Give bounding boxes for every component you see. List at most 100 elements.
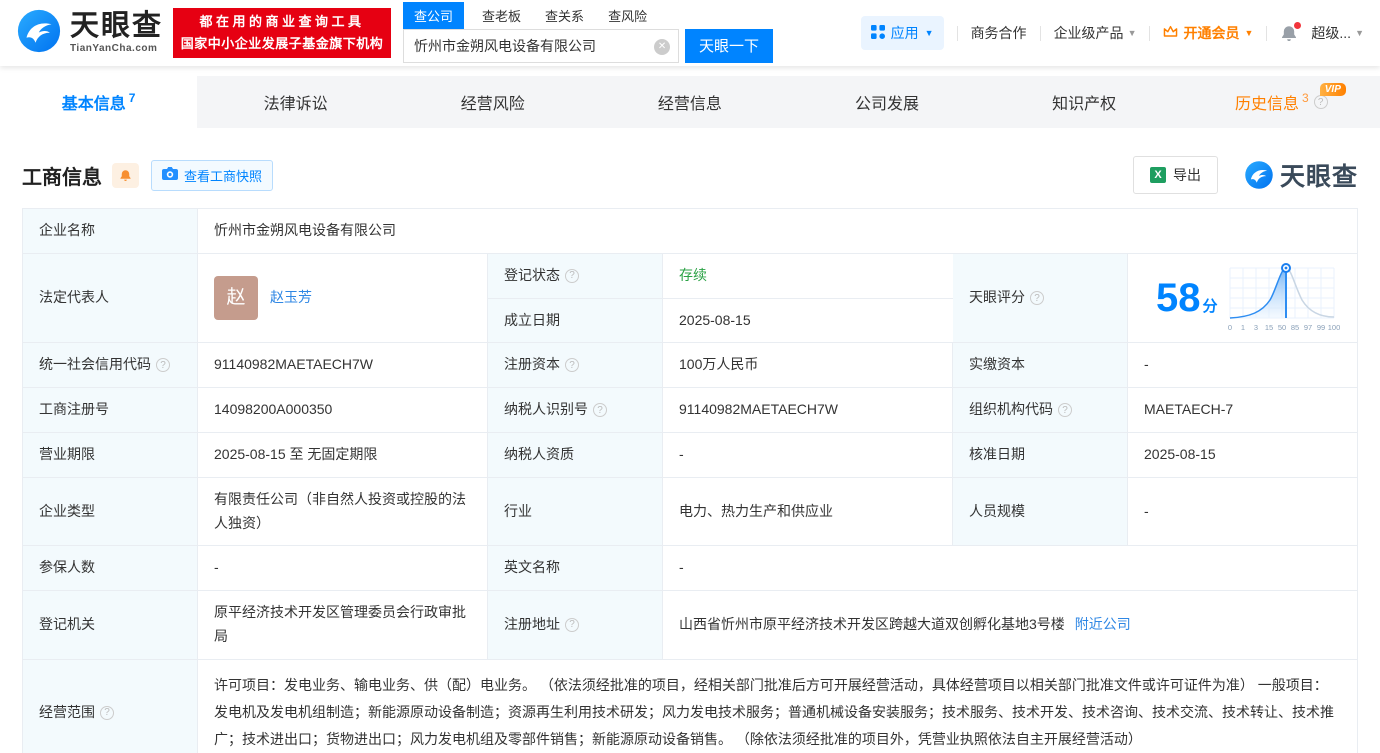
- chevron-down-icon: ▼: [1128, 28, 1137, 38]
- watermark-text: 天眼查: [1280, 157, 1358, 193]
- svg-text:1: 1: [1241, 323, 1245, 332]
- field-label: 核准日期: [953, 433, 1128, 477]
- notification-dot: [1294, 22, 1301, 29]
- tab-history-info[interactable]: VIP 历史信息 3 ?: [1183, 76, 1380, 128]
- username: 超级...: [1311, 23, 1351, 43]
- field-label: 法定代表人: [23, 254, 198, 343]
- legal-rep-avatar[interactable]: 赵: [214, 276, 258, 320]
- svg-text:0: 0: [1228, 323, 1232, 332]
- status-date-subtable: 登记状态 ? 存续 成立日期 2025-08-15: [488, 254, 953, 343]
- user-account-menu[interactable]: 超级... ▼: [1311, 23, 1364, 43]
- field-label: 纳税人资质: [488, 433, 663, 477]
- reg-number-value: 14098200A000350: [198, 388, 488, 432]
- search-box: ✕: [403, 29, 679, 63]
- nearby-companies-link[interactable]: 附近公司: [1075, 613, 1131, 637]
- business-scope-label: 经营范围: [39, 701, 95, 725]
- credit-code-value: 91140982MAETAECH7W: [198, 343, 488, 387]
- search-button[interactable]: 天眼一下: [685, 29, 773, 63]
- search-tab-risk[interactable]: 查风险: [608, 6, 647, 29]
- subrow-reg-status: 登记状态 ? 存续: [488, 254, 953, 299]
- help-icon[interactable]: ?: [593, 403, 607, 417]
- tab-count: 7: [129, 91, 136, 105]
- table-row-credit-code: 统一社会信用代码 ? 91140982MAETAECH7W 注册资本 ? 100…: [23, 343, 1357, 388]
- table-row-company-type: 企业类型 有限责任公司（非自然人投资或控股的法人独资） 行业 电力、热力生产和供…: [23, 478, 1357, 547]
- field-label: 企业类型: [23, 478, 198, 546]
- tab-label: 历史信息: [1235, 90, 1299, 114]
- enterprise-label: 企业级产品: [1054, 23, 1124, 43]
- field-label: 注册地址 ?: [488, 591, 663, 659]
- score-value: 58: [1156, 276, 1201, 320]
- clear-search-icon[interactable]: ✕: [654, 39, 670, 55]
- search-tab-boss[interactable]: 查老板: [482, 6, 521, 29]
- menu-enterprise-products[interactable]: 企业级产品 ▼: [1054, 23, 1137, 43]
- snapshot-label: 查看工商快照: [184, 166, 262, 185]
- table-row-insured-count: 参保人数 - 英文名称 -: [23, 546, 1357, 591]
- table-row-reg-authority: 登记机关 原平经济技术开发区管理委员会行政审批局 注册地址 ? 山西省忻州市原平…: [23, 591, 1357, 660]
- view-business-snapshot-button[interactable]: 查看工商快照: [151, 160, 273, 191]
- header-menu: 应用 ▼ 商务合作 企业级产品 ▼ 开通会员 ▼: [861, 16, 1364, 50]
- est-date-value: 2025-08-15: [663, 299, 953, 343]
- help-icon[interactable]: ?: [565, 269, 579, 283]
- tab-intellectual-property[interactable]: 知识产权: [986, 76, 1183, 128]
- tab-legal-litigation[interactable]: 法律诉讼: [197, 76, 394, 128]
- search-input[interactable]: [404, 30, 678, 62]
- field-label: 英文名称: [488, 546, 663, 590]
- reg-status-value: 存续: [663, 254, 953, 298]
- help-icon[interactable]: ?: [100, 706, 114, 720]
- taxpayer-id-label: 纳税人识别号: [504, 398, 588, 422]
- company-detail-tabs: 基本信息 7 法律诉讼 经营风险 经营信息 公司发展 知识产权 VIP 历史信息…: [0, 76, 1380, 128]
- help-icon[interactable]: ?: [1314, 95, 1328, 109]
- tianyancha-logo[interactable]: 天眼查 TianYanCha.com: [16, 8, 163, 59]
- tab-basic-info[interactable]: 基本信息 7: [0, 76, 197, 128]
- legal-rep-link[interactable]: 赵玉芳: [270, 286, 312, 310]
- field-label: 经营范围 ?: [23, 660, 198, 753]
- notifications-bell[interactable]: [1280, 25, 1298, 42]
- help-icon[interactable]: ?: [565, 358, 579, 372]
- help-icon[interactable]: ?: [1058, 403, 1072, 417]
- export-button[interactable]: X 导出: [1133, 156, 1218, 194]
- business-info-table: 企业名称 忻州市金朔风电设备有限公司 法定代表人 赵 赵玉芳 登记状态 ?: [22, 208, 1358, 753]
- tab-company-development[interactable]: 公司发展: [789, 76, 986, 128]
- svg-text:100: 100: [1328, 323, 1341, 332]
- insured-count-value: -: [198, 546, 488, 590]
- help-icon[interactable]: ?: [565, 618, 579, 632]
- help-icon[interactable]: ?: [156, 358, 170, 372]
- apps-grid-icon: [871, 25, 885, 42]
- svg-text:85: 85: [1291, 323, 1299, 332]
- menu-cooperation[interactable]: 商务合作: [971, 23, 1027, 43]
- search-tab-relation[interactable]: 查关系: [545, 6, 584, 29]
- tianyan-score-cell: 58分: [1128, 254, 1357, 343]
- search-tabs: 查公司 查老板 查关系 查风险: [403, 4, 773, 29]
- help-icon[interactable]: ?: [1030, 291, 1044, 305]
- table-row-legal-rep: 法定代表人 赵 赵玉芳 登记状态 ? 存续 成立日期 202: [23, 254, 1357, 344]
- score-unit: 分: [1203, 298, 1218, 315]
- open-vip-menu[interactable]: 开通会员 ▼: [1163, 23, 1253, 43]
- tianyancha-company-page: 天眼查 TianYanCha.com 都在用的商业查询工具 国家中小企业发展子基…: [0, 0, 1380, 753]
- field-label: 实缴资本: [953, 343, 1128, 387]
- subscribe-bell-button[interactable]: [112, 163, 139, 188]
- apps-menu[interactable]: 应用 ▼: [861, 16, 944, 50]
- field-label: 注册资本 ?: [488, 343, 663, 387]
- company-type-value: 有限责任公司（非自然人投资或控股的法人独资）: [198, 478, 488, 546]
- divider: [1149, 26, 1150, 41]
- tab-label: 公司发展: [855, 90, 919, 114]
- business-scope-value: 许可项目：发电业务、输电业务、供（配）电业务。 （依法须经批准的项目，经相关部门…: [198, 660, 1357, 753]
- reg-authority-value: 原平经济技术开发区管理委员会行政审批局: [198, 591, 488, 659]
- search-tab-company[interactable]: 查公司: [403, 2, 464, 29]
- brand-name: 天眼查: [70, 12, 163, 41]
- taxpayer-quality-value: -: [663, 433, 953, 477]
- tab-operation-info[interactable]: 经营信息: [591, 76, 788, 128]
- field-label: 统一社会信用代码 ?: [23, 343, 198, 387]
- brand-domain: TianYanCha.com: [70, 44, 163, 54]
- org-code-value: MAETAECH-7: [1128, 388, 1357, 432]
- chevron-down-icon: ▼: [1244, 28, 1253, 38]
- english-name-value: -: [663, 546, 1357, 590]
- tab-label: 基本信息: [62, 90, 126, 114]
- vip-badge: VIP: [1320, 83, 1346, 96]
- tab-label: 经营信息: [658, 90, 722, 114]
- watermark-logo: 天眼查: [1244, 157, 1358, 193]
- paid-capital-value: -: [1128, 343, 1357, 387]
- slogan-line-2: 国家中小企业发展子基金旗下机构: [181, 33, 384, 55]
- divider: [1266, 26, 1267, 41]
- tab-operation-risk[interactable]: 经营风险: [394, 76, 591, 128]
